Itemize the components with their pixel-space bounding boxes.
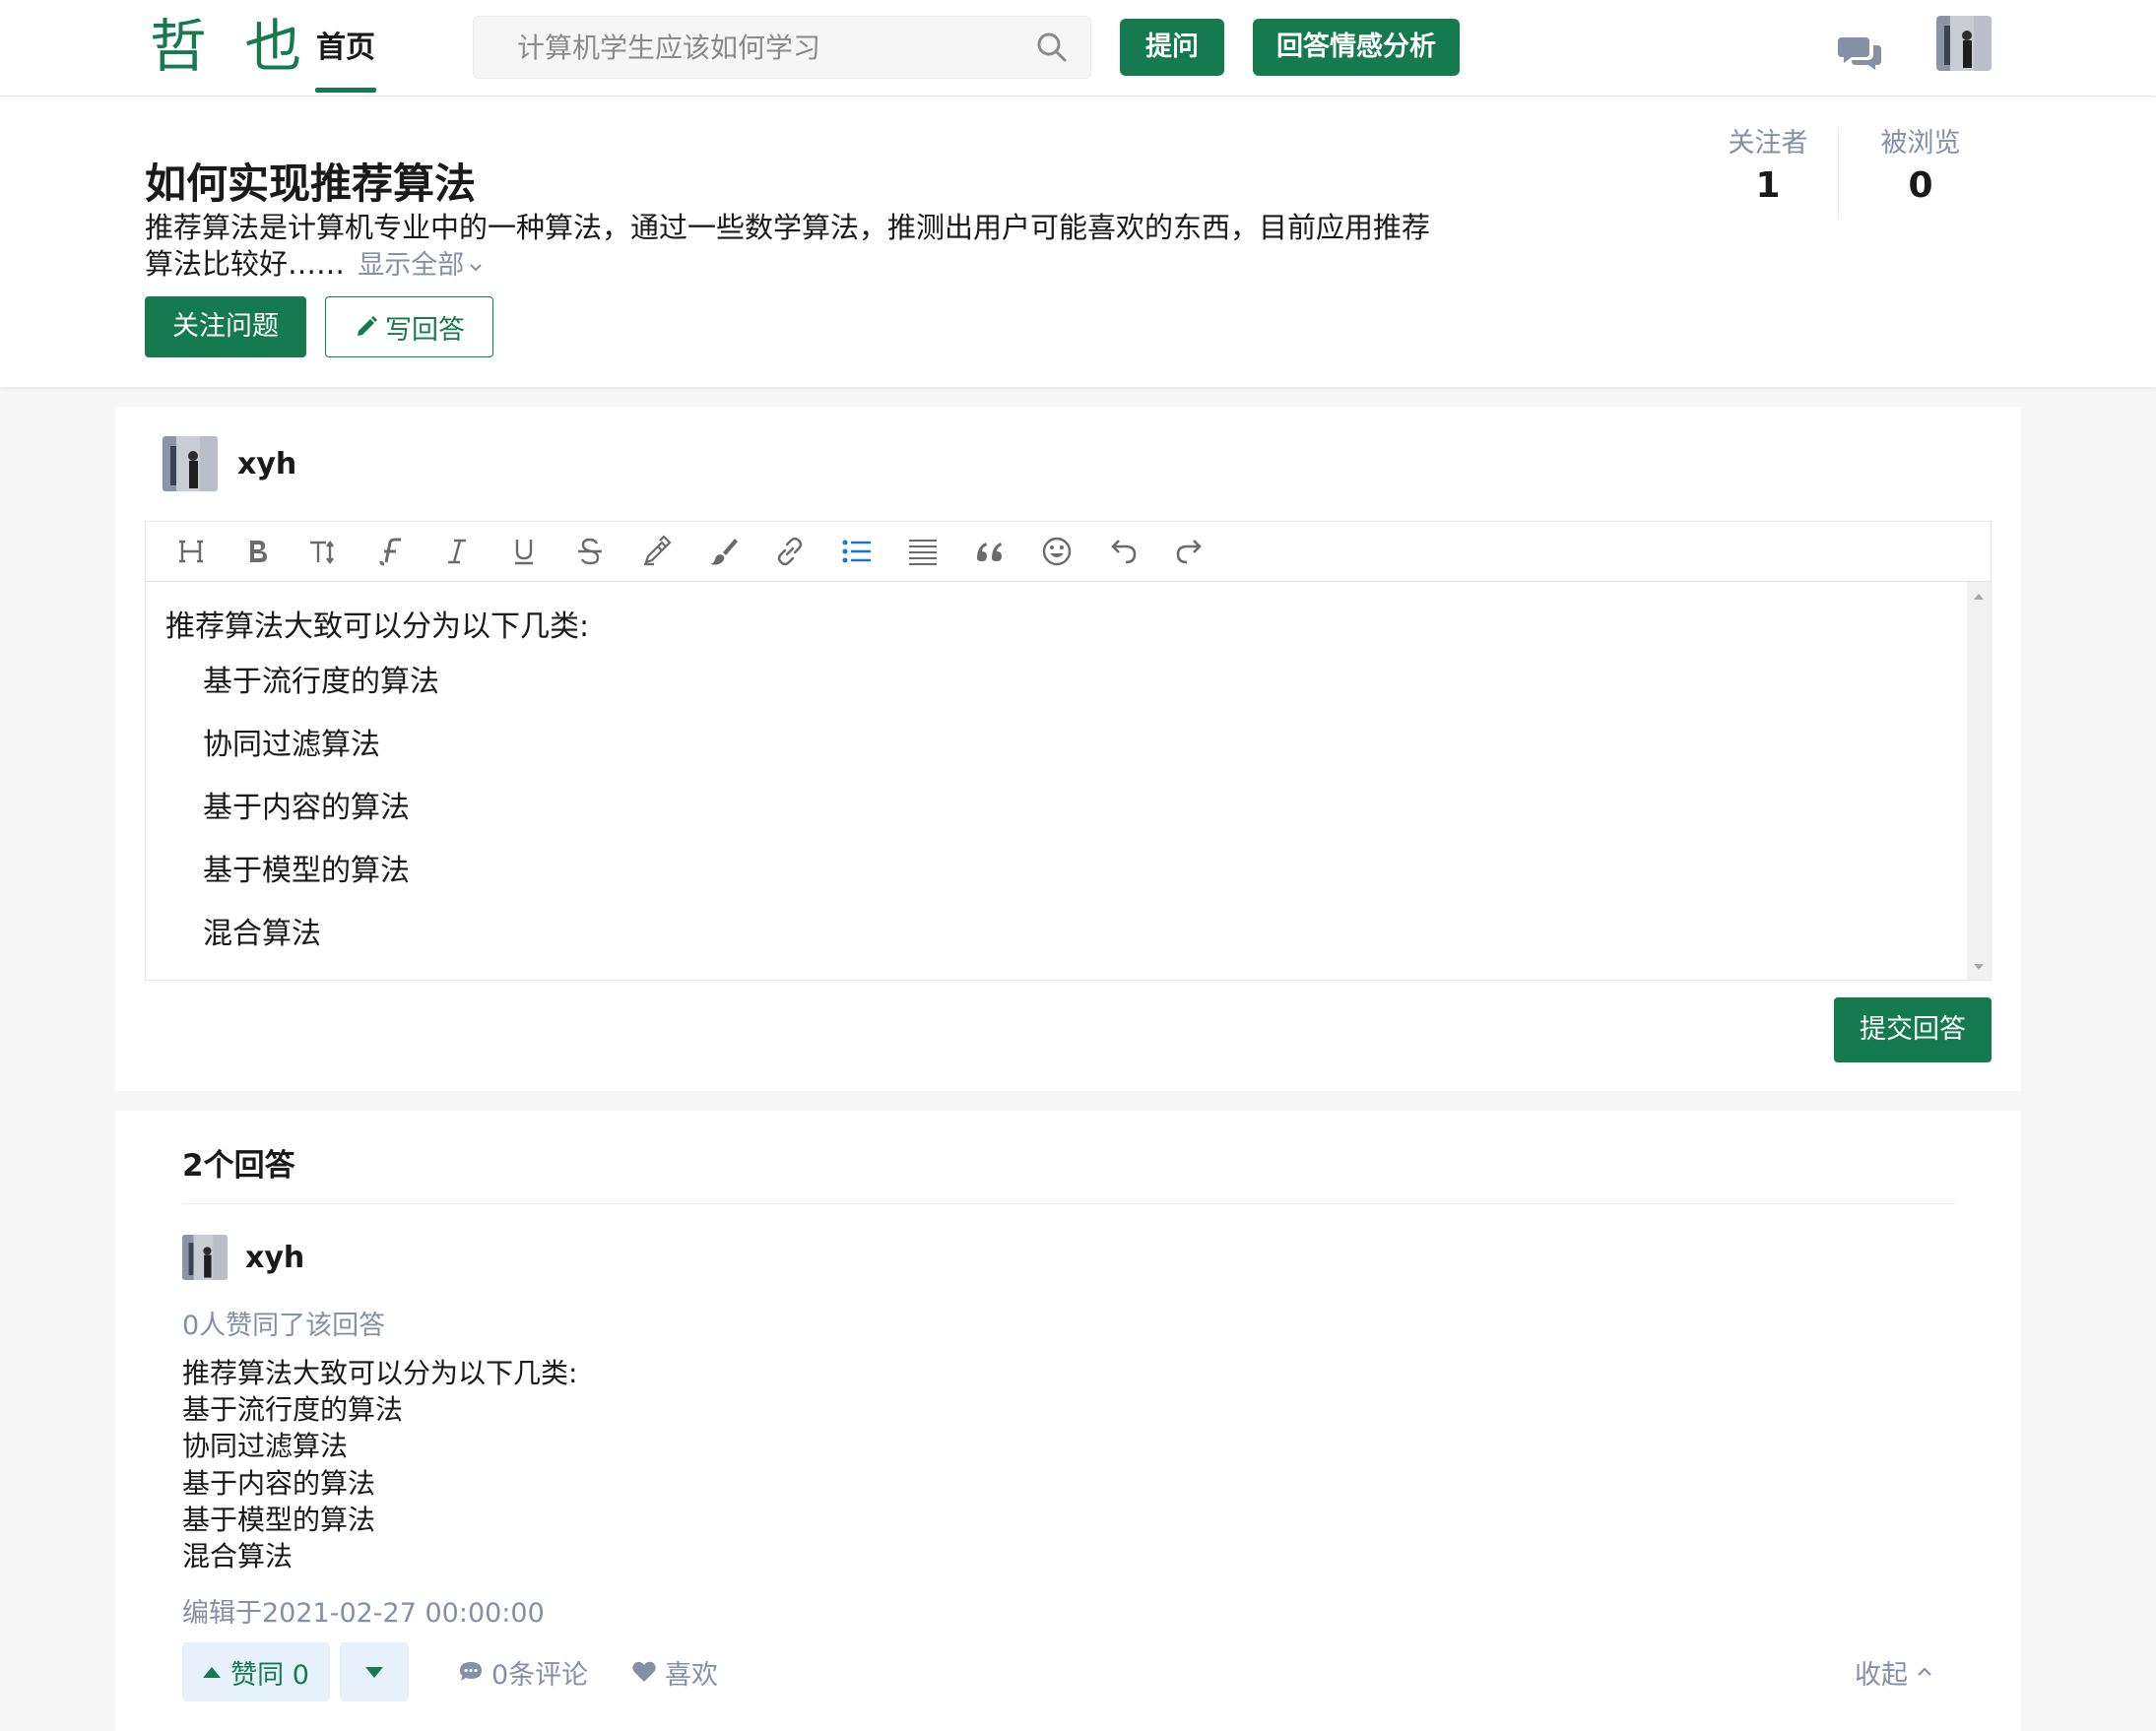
font-size-icon[interactable]: [291, 522, 358, 581]
stats-divider: [1838, 127, 1839, 220]
answer-editor-card: xyh 推荐算法大致可以分为以下几类: 基于流行度的算法 协同过滤算法 基于内容…: [115, 407, 2021, 1091]
editor-username[interactable]: xyh: [237, 447, 296, 481]
editor-intro-line: 推荐算法大致可以分为以下几类:: [165, 609, 590, 644]
answer-line: 混合算法: [182, 1540, 294, 1573]
views-label: 被浏览: [1880, 128, 1961, 159]
pencil-icon: [358, 316, 377, 336]
question-title: 如何实现推荐算法: [145, 160, 477, 208]
question-stats: 关注者 1 被浏览 0: [1704, 121, 1961, 239]
write-answer-label: 写回答: [385, 314, 465, 346]
align-icon[interactable]: [890, 522, 957, 581]
collapse-button[interactable]: 收起: [1855, 1642, 1933, 1701]
answer-content: 推荐算法大致可以分为以下几类: 基于流行度的算法 协同过滤算法 基于内容的算法 …: [182, 1355, 577, 1574]
answer-line: 推荐算法大致可以分为以下几类:: [182, 1357, 578, 1389]
top-navbar: 哲 也 首页 提问 回答情感分析: [0, 0, 2156, 96]
highlight-icon[interactable]: [623, 522, 690, 581]
triangle-down-icon: [365, 1666, 383, 1678]
answer-line: 基于流行度的算法: [182, 1393, 404, 1427]
messages-icon[interactable]: [1838, 33, 1881, 71]
italic-icon[interactable]: [424, 522, 490, 581]
search-input[interactable]: [474, 17, 1025, 78]
answer-actions: 赞同 0 0条评论 喜欢 收起: [182, 1642, 1955, 1703]
comments-label: 0条评论: [491, 1659, 589, 1691]
upvote-button[interactable]: 赞同 0: [182, 1642, 330, 1701]
answer-count: 2个回答: [182, 1148, 295, 1184]
search-box: [473, 16, 1091, 79]
show-all-link[interactable]: 显示全部: [358, 250, 484, 281]
search-icon[interactable]: [1035, 31, 1069, 64]
views-stat: 被浏览 0: [1857, 121, 1985, 206]
followers-count: 1: [1755, 165, 1781, 206]
nav-home-tab[interactable]: 首页: [315, 0, 376, 96]
question-description-text: 推荐算法是计算机专业中的一种算法，通过一些数学算法，推测出用户可能喜欢的东西，目…: [145, 211, 1431, 281]
editor-author: xyh: [163, 436, 296, 491]
submit-answer-button[interactable]: 提交回答: [1834, 997, 1992, 1062]
followers-label: 关注者: [1728, 128, 1808, 159]
font-family-icon[interactable]: [358, 522, 425, 581]
strikethrough-icon[interactable]: [557, 522, 624, 581]
site-logo[interactable]: 哲 也: [150, 14, 311, 79]
triangle-up-icon: [203, 1666, 222, 1678]
bold-icon[interactable]: [225, 522, 292, 581]
editor-list: 基于流行度的算法 协同过滤算法 基于内容的算法 基于模型的算法 混合算法: [203, 663, 439, 978]
downvote-button[interactable]: [340, 1642, 409, 1701]
answer-line: 基于模型的算法: [182, 1503, 376, 1536]
scroll-up-arrow-icon[interactable]: [1974, 594, 1984, 600]
editor-scrollbar[interactable]: [1967, 582, 1991, 980]
answer-line: 协同过滤算法: [182, 1430, 349, 1463]
heading-icon[interactable]: [158, 522, 225, 581]
list-item: 基于流行度的算法: [203, 665, 439, 699]
avatar[interactable]: [163, 436, 218, 491]
upvote-label: 赞同 0: [230, 1659, 309, 1691]
list-item: 基于内容的算法: [203, 791, 410, 825]
answers-list-card: 2个回答 xyh 0人赞同了该回答 推荐算法大致可以分为以下几类: 基于流行度的…: [115, 1111, 2021, 1731]
collapse-label: 收起: [1855, 1659, 1908, 1691]
redo-icon[interactable]: [1156, 522, 1223, 581]
chevron-up-icon: [1918, 1667, 1931, 1676]
question-header: 如何实现推荐算法 推荐算法是计算机专业中的一种算法，通过一些数学算法，推测出用户…: [0, 97, 2156, 387]
emoji-icon[interactable]: [1023, 522, 1090, 581]
bullet-list-icon[interactable]: [823, 522, 890, 581]
sentiment-analysis-button[interactable]: 回答情感分析: [1253, 19, 1460, 76]
views-count: 0: [1908, 165, 1933, 206]
divider: [182, 1203, 1955, 1204]
answer-line: 基于内容的算法: [182, 1466, 376, 1500]
link-icon[interactable]: [756, 522, 823, 581]
like-button[interactable]: 喜欢: [631, 1642, 718, 1701]
list-item: 协同过滤算法: [203, 728, 380, 762]
like-label: 喜欢: [665, 1659, 718, 1691]
followers-stat: 关注者 1: [1704, 121, 1832, 206]
chevron-down-icon: [470, 264, 482, 272]
answer-author: xyh: [182, 1234, 304, 1281]
underline-icon[interactable]: [490, 522, 557, 581]
answer-username[interactable]: xyh: [245, 1241, 304, 1275]
write-answer-button[interactable]: 写回答: [325, 296, 493, 357]
undo-icon[interactable]: [1089, 522, 1156, 581]
heart-icon: [632, 1661, 656, 1682]
list-item: 基于模型的算法: [203, 854, 410, 888]
question-description: 推荐算法是计算机专业中的一种算法，通过一些数学算法，推测出用户可能喜欢的东西，目…: [145, 210, 1445, 284]
avatar[interactable]: [182, 1235, 228, 1280]
scroll-down-arrow-icon[interactable]: [1974, 964, 1984, 970]
user-avatar[interactable]: [1936, 16, 1992, 71]
ask-question-button[interactable]: 提问: [1120, 19, 1224, 76]
color-brush-icon[interactable]: [690, 522, 757, 581]
follow-question-button[interactable]: 关注问题: [145, 296, 306, 357]
answer-editor-textarea[interactable]: 推荐算法大致可以分为以下几类: 基于流行度的算法 协同过滤算法 基于内容的算法 …: [145, 582, 1992, 981]
answer-edited-time: 编辑于2021-02-27 00:00:00: [182, 1598, 545, 1629]
comments-button[interactable]: 0条评论: [458, 1642, 588, 1701]
comment-icon: [460, 1662, 482, 1681]
answer-vote-summary: 0人赞同了该回答: [182, 1311, 386, 1341]
list-item: 混合算法: [203, 917, 321, 951]
quote-icon[interactable]: [956, 522, 1023, 581]
editor-toolbar: [145, 521, 1992, 582]
show-all-label: 显示全部: [358, 250, 465, 281]
